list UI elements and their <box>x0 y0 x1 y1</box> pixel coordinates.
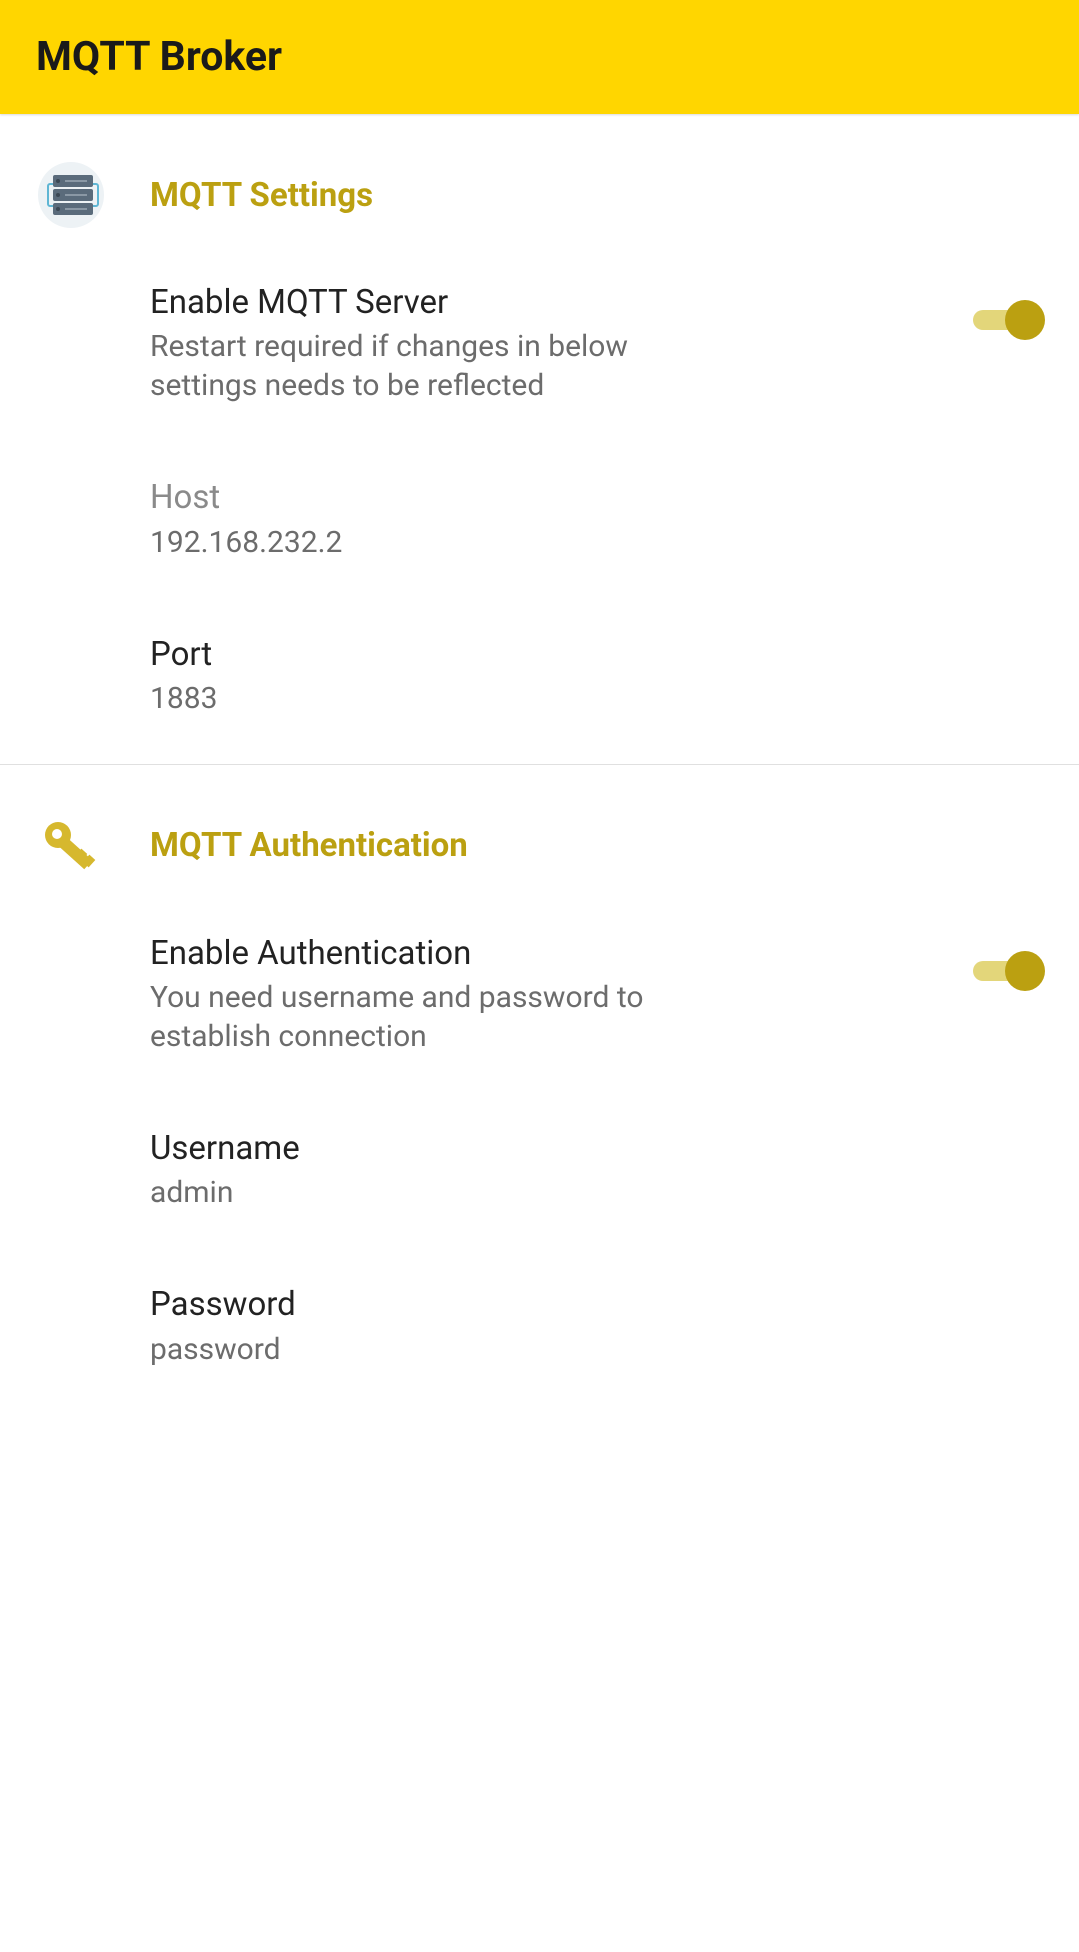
section-header-settings: MQTT Settings <box>0 114 1079 246</box>
password-value: password <box>150 1330 730 1369</box>
section-title-auth: MQTT Authentication <box>150 826 468 865</box>
server-icon <box>36 160 106 230</box>
row-username[interactable]: Username admin <box>0 1092 1079 1248</box>
row-enable-auth[interactable]: Enable Authentication You need username … <box>0 897 1079 1092</box>
username-value: admin <box>150 1173 730 1212</box>
port-label: Port <box>150 634 1043 675</box>
host-label: Host <box>150 477 1043 518</box>
app-bar: MQTT Broker <box>0 0 1079 114</box>
section-title-settings: MQTT Settings <box>150 176 373 215</box>
enable-server-label: Enable MQTT Server <box>150 282 949 323</box>
enable-auth-sub: You need username and password to establ… <box>150 978 730 1056</box>
enable-auth-toggle[interactable] <box>973 951 1043 991</box>
page-title: MQTT Broker <box>36 33 282 81</box>
row-port[interactable]: Port 1883 <box>0 598 1079 754</box>
enable-auth-label: Enable Authentication <box>150 933 949 974</box>
section-header-auth: MQTT Authentication <box>0 765 1079 897</box>
key-icon <box>36 811 106 881</box>
row-password[interactable]: Password password <box>0 1248 1079 1404</box>
username-label: Username <box>150 1128 1043 1169</box>
row-enable-server[interactable]: Enable MQTT Server Restart required if c… <box>0 246 1079 441</box>
enable-server-sub: Restart required if changes in below set… <box>150 327 730 405</box>
row-host[interactable]: Host 192.168.232.2 <box>0 441 1079 597</box>
section-mqtt-settings: MQTT Settings Enable MQTT Server Restart… <box>0 114 1079 754</box>
section-mqtt-auth: MQTT Authentication Enable Authenticatio… <box>0 765 1079 1405</box>
host-value: 192.168.232.2 <box>150 523 730 562</box>
enable-server-toggle[interactable] <box>973 300 1043 340</box>
port-value: 1883 <box>150 679 730 718</box>
password-label: Password <box>150 1284 1043 1325</box>
